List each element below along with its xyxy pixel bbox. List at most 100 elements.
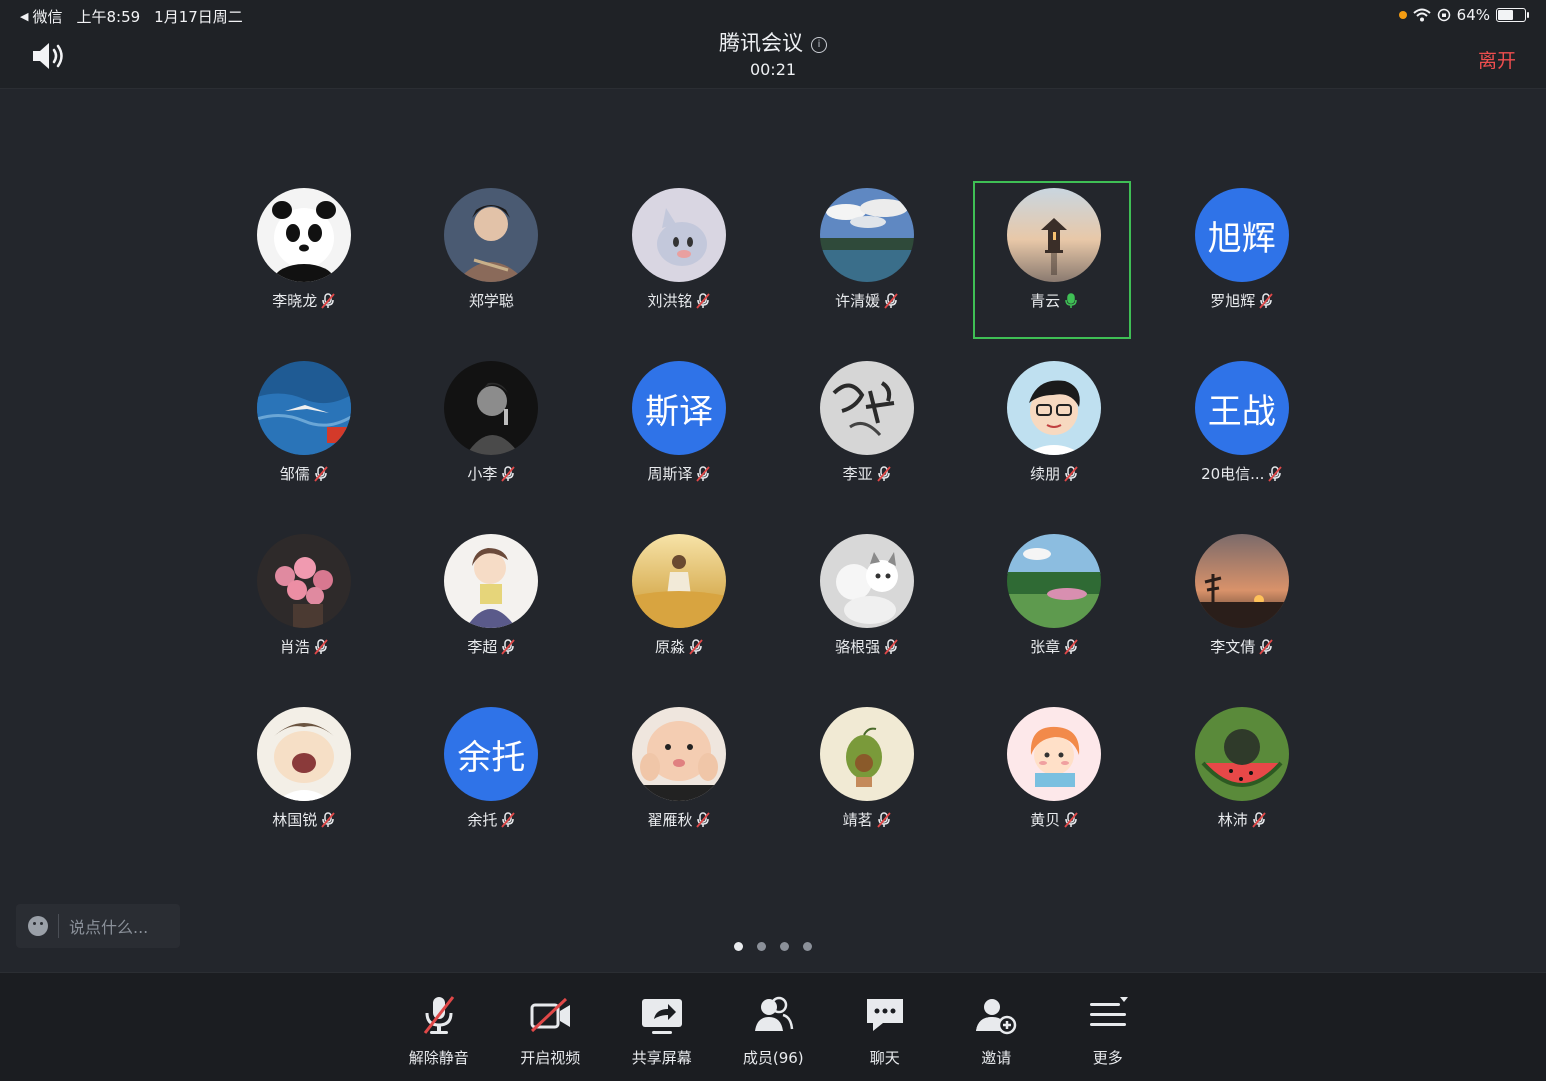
- participant-tile[interactable]: 续朋: [960, 361, 1148, 534]
- participant-tile[interactable]: 骆根强: [773, 534, 961, 707]
- leave-button[interactable]: 离开: [1478, 46, 1516, 73]
- avatar-image-roses: [256, 534, 351, 628]
- toolbar-button-mic-off[interactable]: 解除静音: [383, 991, 495, 1068]
- mic-muted-icon: [314, 638, 328, 655]
- participant-name-row: 翟雁秋: [647, 809, 711, 830]
- participant-tile[interactable]: 翟雁秋: [585, 707, 773, 880]
- participant-grid: 李晓龙 郑学聪 刘洪铭 许清媛 青云 旭辉 罗旭辉邹儒 小李 斯译 周斯译李亚 续朋 王战 20电信..…: [210, 181, 1336, 880]
- page-indicator[interactable]: [0, 942, 1546, 951]
- emoji-icon[interactable]: [28, 916, 48, 936]
- participant-tile[interactable]: 肖浩: [210, 534, 398, 707]
- avatar-image-avocado: [819, 707, 914, 801]
- avatar-image-lake-pavilion: [1007, 188, 1102, 282]
- avatar-image-cartoon-cat: [631, 188, 726, 282]
- participant-name: 肖浩: [279, 638, 310, 656]
- toolbar-button-more[interactable]: 更多: [1052, 991, 1164, 1068]
- participant-name-row: 许清媛: [835, 290, 898, 311]
- participant-name: 许清媛: [835, 292, 881, 310]
- participant-name-row: 骆根强: [835, 636, 898, 657]
- participant-name: 邹儒: [279, 465, 310, 483]
- battery-icon: [1496, 8, 1529, 22]
- status-bar: ◀ 微信 上午8:59 1月17日周二 64%: [0, 0, 1546, 30]
- participant-name-row: 小李: [467, 463, 516, 484]
- participant-name-row: 李文倩: [1210, 636, 1273, 657]
- participant-name-row: 林沛: [1218, 809, 1266, 830]
- page-dot[interactable]: [803, 942, 812, 951]
- participant-name: 李文倩: [1210, 638, 1256, 656]
- participant-tile[interactable]: 许清媛: [773, 188, 961, 361]
- mic-muted-icon: [314, 465, 328, 482]
- participant-tile[interactable]: 余托 余托: [398, 707, 586, 880]
- back-arrow-icon[interactable]: ◀: [20, 10, 28, 23]
- status-date: 1月17日周二: [154, 8, 243, 26]
- participant-tile-active-speaker[interactable]: 青云: [960, 181, 1148, 361]
- participant-tile[interactable]: 旭辉 罗旭辉: [1148, 188, 1336, 361]
- mic-muted-icon: [1064, 638, 1078, 655]
- page-dot[interactable]: [780, 942, 789, 951]
- participant-name-row: 李亚: [843, 463, 891, 484]
- participant-name-row: 靖茗: [843, 809, 891, 830]
- participant-name: 李超: [467, 638, 498, 656]
- avatar-image-panda: [256, 188, 351, 282]
- participant-tile[interactable]: 黄贝: [960, 707, 1148, 880]
- rotation-lock-icon: [1437, 8, 1450, 22]
- participant-name-row: 余托: [467, 809, 516, 830]
- page-dot[interactable]: [757, 942, 766, 951]
- participant-tile[interactable]: 原淼: [585, 534, 773, 707]
- page-dot[interactable]: [734, 942, 743, 951]
- mic-muted-icon: [321, 811, 335, 828]
- back-app-label[interactable]: 微信: [32, 6, 62, 27]
- participant-name: 林国锐: [272, 811, 318, 829]
- participant-name: 20电信...: [1201, 465, 1265, 483]
- participant-tile[interactable]: 李亚: [773, 361, 961, 534]
- toolbar-button-invite[interactable]: 邀请: [941, 991, 1053, 1068]
- wifi-icon: [1412, 8, 1431, 22]
- toolbar-button-chat[interactable]: 聊天: [829, 991, 941, 1068]
- participant-tile[interactable]: 靖茗: [773, 707, 961, 880]
- text-avatar: 斯译: [631, 361, 726, 455]
- mic-muted-icon: [1268, 465, 1283, 482]
- toolbar-button-share-screen[interactable]: 共享屏幕: [606, 991, 718, 1068]
- meeting-title[interactable]: 腾讯会议 i: [0, 27, 1546, 57]
- participant-name-row: 邹儒: [280, 463, 328, 484]
- members-icon: [755, 996, 794, 1031]
- participant-name: 余托: [467, 811, 498, 829]
- participant-name: 刘洪铭: [647, 292, 693, 310]
- bottom-toolbar: 解除静音 开启视频 共享屏幕 成员(96) 聊天 邀请 更多: [0, 972, 1546, 1081]
- toolbar-label: 成员(96): [742, 1049, 804, 1067]
- mic-muted-icon: [696, 811, 711, 828]
- participant-tile[interactable]: 王战 20电信...: [1148, 361, 1336, 534]
- participant-name-row: 郑学聪: [469, 290, 514, 311]
- participant-tile[interactable]: 李文倩: [1148, 534, 1336, 707]
- avatar-image-cartoon-girl: [1007, 707, 1102, 801]
- toolbar-button-camera-off[interactable]: 开启视频: [495, 991, 607, 1068]
- participant-name: 小李: [467, 465, 498, 483]
- toolbar-button-members[interactable]: 成员(96): [718, 991, 830, 1068]
- avatar-image-ocean-bird: [256, 361, 351, 455]
- participant-name: 翟雁秋: [647, 811, 693, 829]
- participant-tile[interactable]: 林沛: [1148, 707, 1336, 880]
- participant-tile[interactable]: 李晓龙: [210, 188, 398, 361]
- share-screen-icon: [641, 999, 682, 1034]
- participant-name: 李晓龙: [272, 292, 318, 310]
- participant-tile[interactable]: 小李: [398, 361, 586, 534]
- participant-tile[interactable]: 李超: [398, 534, 586, 707]
- mic-muted-icon: [501, 811, 516, 828]
- participant-tile[interactable]: 张章: [960, 534, 1148, 707]
- divider: [58, 914, 59, 938]
- participant-tile[interactable]: 刘洪铭: [585, 188, 773, 361]
- participant-name-row: 罗旭辉: [1210, 290, 1273, 311]
- participant-tile[interactable]: 斯译 周斯译: [585, 361, 773, 534]
- mic-off-icon: [423, 996, 454, 1034]
- participant-tile[interactable]: 林国锐: [210, 707, 398, 880]
- avatar-image-garden-lake: [1007, 534, 1102, 628]
- info-icon[interactable]: i: [811, 37, 827, 53]
- participant-name-row: 林国锐: [272, 809, 335, 830]
- participant-tile[interactable]: 郑学聪: [398, 188, 586, 361]
- participant-name: 郑学聪: [468, 292, 514, 310]
- chat-placeholder: 说点什么...: [69, 918, 149, 937]
- text-avatar: 王战: [1194, 361, 1289, 455]
- avatar-image-photo-person: [444, 188, 539, 282]
- meeting-timer: 00:21: [749, 60, 797, 79]
- participant-tile[interactable]: 邹儒: [210, 361, 398, 534]
